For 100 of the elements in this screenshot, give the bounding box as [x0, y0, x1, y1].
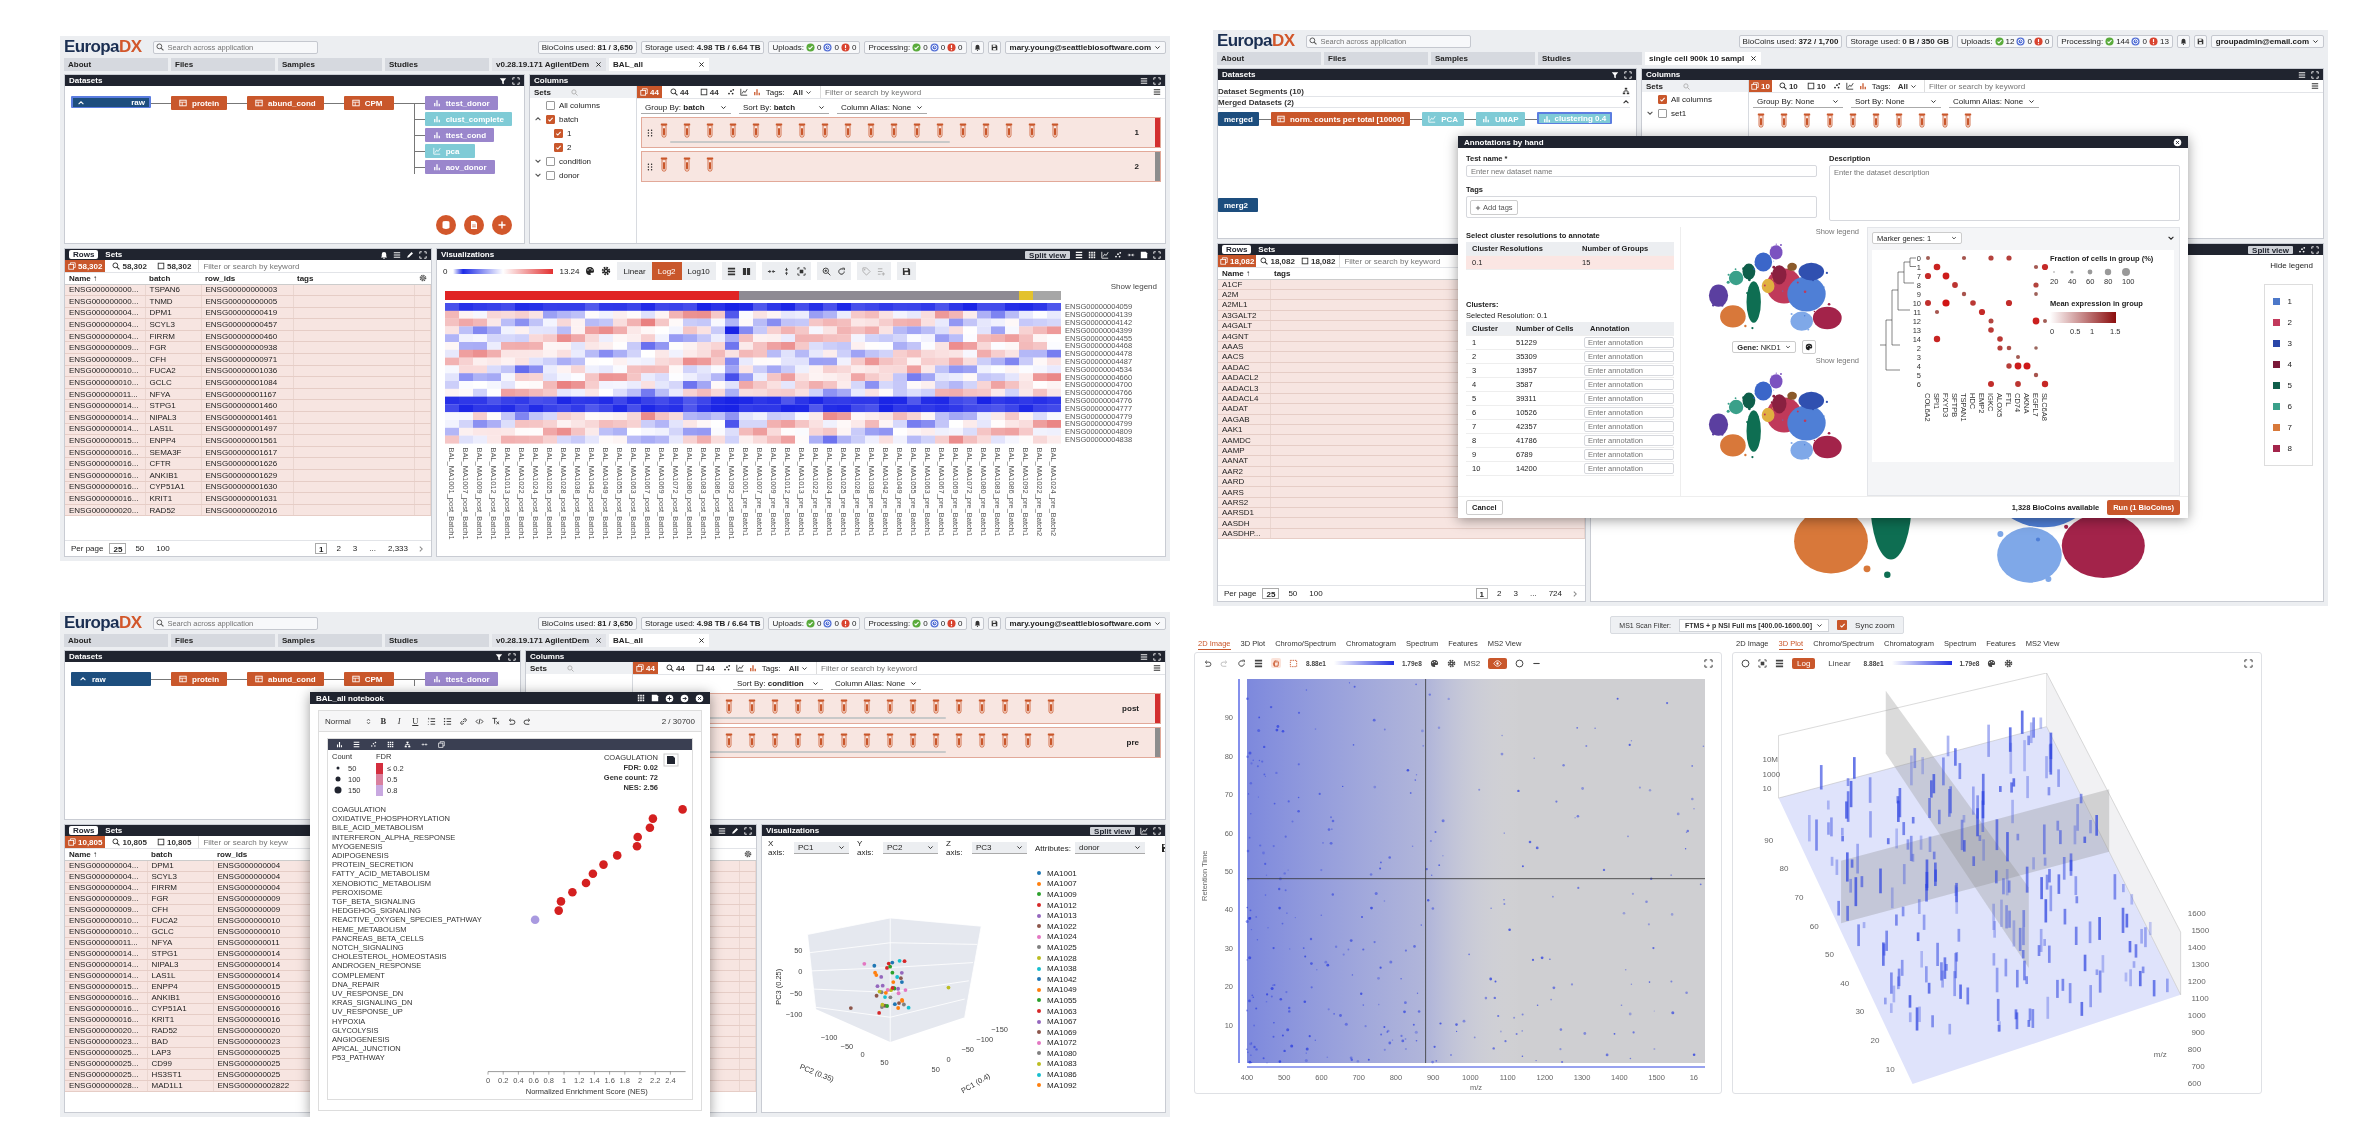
legend-toggle[interactable]: Hide legend	[2270, 261, 2313, 270]
panel-tab[interactable]: Sets	[101, 826, 127, 835]
column-header[interactable]: tags	[293, 273, 415, 284]
sets-label[interactable]: Sets	[1646, 81, 1663, 91]
dropdown[interactable]: Sort By: batch	[739, 102, 829, 114]
filter-field[interactable]: Filter or search by keyword	[1924, 80, 2306, 92]
legend-toggle[interactable]: Show legend	[1102, 282, 1165, 291]
set-label[interactable]: set1	[1671, 108, 1687, 118]
tags-dropdown[interactable]: All	[789, 86, 816, 98]
app-logo[interactable]: EuropaDX	[64, 37, 142, 57]
panel-tab[interactable]: Rows	[1222, 245, 1252, 254]
count-chip[interactable]: 58,302	[153, 260, 195, 272]
column-group[interactable]: 2	[641, 151, 1161, 182]
column-group[interactable]: 1	[641, 117, 1161, 148]
dataset-node[interactable]: merg2	[1218, 198, 1258, 212]
page-button[interactable]: 2,333	[384, 543, 411, 554]
user-menu[interactable]: mary.young@seattlebiosoftware.com	[1004, 40, 1166, 54]
page-button[interactable]: 1	[1475, 588, 1489, 599]
axis-dropdown[interactable]: PC3	[972, 842, 1027, 854]
page-size-option[interactable]: 100	[153, 543, 173, 554]
page-size-option[interactable]: 25	[1262, 588, 1280, 599]
count-chip[interactable]: 58,302	[109, 260, 150, 272]
nav-tab[interactable]: Samples	[278, 634, 382, 647]
count-chip[interactable]: 18,082	[1218, 255, 1257, 267]
axis-dropdown[interactable]: PC1	[794, 842, 849, 854]
dataset-node[interactable]: protein	[171, 672, 228, 686]
nav-tab[interactable]: BAL_all	[609, 634, 710, 647]
set-label[interactable]: condition	[559, 156, 592, 166]
user-menu[interactable]: mary.young@seattlebiosoftware.com	[1004, 616, 1166, 630]
nav-tab[interactable]: Samples	[278, 58, 382, 71]
count-chip[interactable]: 10	[1749, 80, 1772, 92]
column-header[interactable]: Name ↑	[65, 273, 145, 284]
nav-tab[interactable]: single cell 900k 10 sampl	[1645, 52, 1762, 65]
column-header[interactable]: Name ↑	[65, 849, 147, 860]
app-logo[interactable]: EuropaDX	[1217, 31, 1295, 51]
filter-field[interactable]: Filter or search by keyword	[816, 662, 1148, 674]
scale-button[interactable]: Linear	[1823, 657, 1856, 669]
attribute-dropdown[interactable]: donor	[1075, 842, 1145, 854]
nav-tab[interactable]: Studies	[385, 634, 489, 647]
set-label[interactable]: All columns	[559, 100, 600, 110]
filter-field[interactable]: Filter or search by keyword	[198, 260, 431, 272]
page-size-option[interactable]: 50	[132, 543, 148, 554]
dropdown[interactable]: Column Alias: None	[831, 678, 921, 690]
nav-tab[interactable]: Studies	[385, 58, 489, 71]
panel-tab[interactable]: Sets	[101, 250, 127, 259]
column-header[interactable]: Name ↑	[1218, 268, 1270, 279]
nav-tab[interactable]: About	[64, 58, 168, 71]
nav-tab[interactable]: Files	[171, 58, 275, 71]
set-label[interactable]: 2	[567, 142, 572, 152]
dataset-node[interactable]: abund_cond	[247, 672, 324, 686]
tags-dropdown[interactable]: All	[1895, 80, 1920, 92]
scale-button[interactable]: Linear	[617, 262, 652, 280]
count-chip[interactable]: 18,082	[1298, 255, 1338, 267]
scale-button[interactable]: Log10	[681, 262, 716, 280]
dropdown[interactable]: Group By: None	[1753, 96, 1843, 108]
nav-tab[interactable]: v0.28.19.171 AgilentDem	[492, 58, 607, 71]
split-view-button[interactable]: Split view	[1090, 826, 1135, 835]
dropdown[interactable]: Column Alias: None	[837, 102, 927, 114]
page-button[interactable]: 3	[349, 543, 361, 554]
dropdown[interactable]: Column Alias: None	[1949, 96, 2039, 108]
count-chip[interactable]: 10,805	[153, 836, 195, 848]
page-size-option[interactable]: 50	[1285, 588, 1301, 599]
page-button[interactable]: 2	[333, 543, 344, 554]
split-view-button[interactable]: Split view	[1025, 250, 1070, 259]
page-button[interactable]: ...	[1526, 588, 1540, 599]
count-chip[interactable]: 10	[1776, 80, 1800, 92]
count-chip[interactable]: 18,082	[1258, 255, 1297, 267]
dataset-node[interactable]: CPM	[343, 96, 394, 110]
nav-tab[interactable]: BAL_all	[609, 58, 710, 71]
page-size-option[interactable]: 100	[1306, 588, 1326, 599]
nav-tab[interactable]: v0.28.19.171 AgilentDem	[492, 634, 607, 647]
page-button[interactable]: 1	[314, 543, 328, 554]
dataset-node[interactable]: merged	[1218, 112, 1259, 126]
count-chip[interactable]: 44	[692, 662, 718, 674]
set-label[interactable]: donor	[559, 170, 580, 180]
page-size-option[interactable]: 25	[109, 543, 127, 554]
nav-tab[interactable]: Samples	[1431, 52, 1535, 65]
count-chip[interactable]: 44	[637, 86, 662, 98]
dataset-node[interactable]: norm. counts per total [10000]	[1270, 112, 1411, 126]
count-chip[interactable]: 44	[633, 662, 658, 674]
column-header[interactable]: batch	[145, 273, 201, 284]
panel-tab[interactable]: Rows	[69, 250, 99, 259]
panel-tab[interactable]: Sets	[1254, 245, 1280, 254]
dataset-node[interactable]: raw	[71, 96, 151, 108]
dataset-node[interactable]: CPM	[343, 672, 394, 686]
dropdown[interactable]: Sort By: condition	[733, 678, 823, 690]
count-chip[interactable]: 58,302	[65, 260, 106, 272]
nav-tab[interactable]: About	[1217, 52, 1321, 65]
count-chip[interactable]: 44	[662, 662, 688, 674]
count-chip[interactable]: 10	[1804, 80, 1828, 92]
scale-button[interactable]: Log	[1792, 657, 1816, 669]
section-label[interactable]: Merged Datasets (2)	[1218, 97, 1295, 107]
text-style-dropdown[interactable]: Normal	[325, 716, 372, 726]
app-logo[interactable]: EuropaDX	[64, 613, 142, 633]
count-chip[interactable]: 44	[666, 86, 692, 98]
nav-tab[interactable]: Studies	[1538, 52, 1642, 65]
dropdown[interactable]: Group By: batch	[641, 102, 731, 114]
panel-tab[interactable]: Rows	[69, 826, 99, 835]
dataset-node[interactable]: protein	[171, 96, 228, 110]
format-button[interactable]: I	[394, 716, 404, 726]
